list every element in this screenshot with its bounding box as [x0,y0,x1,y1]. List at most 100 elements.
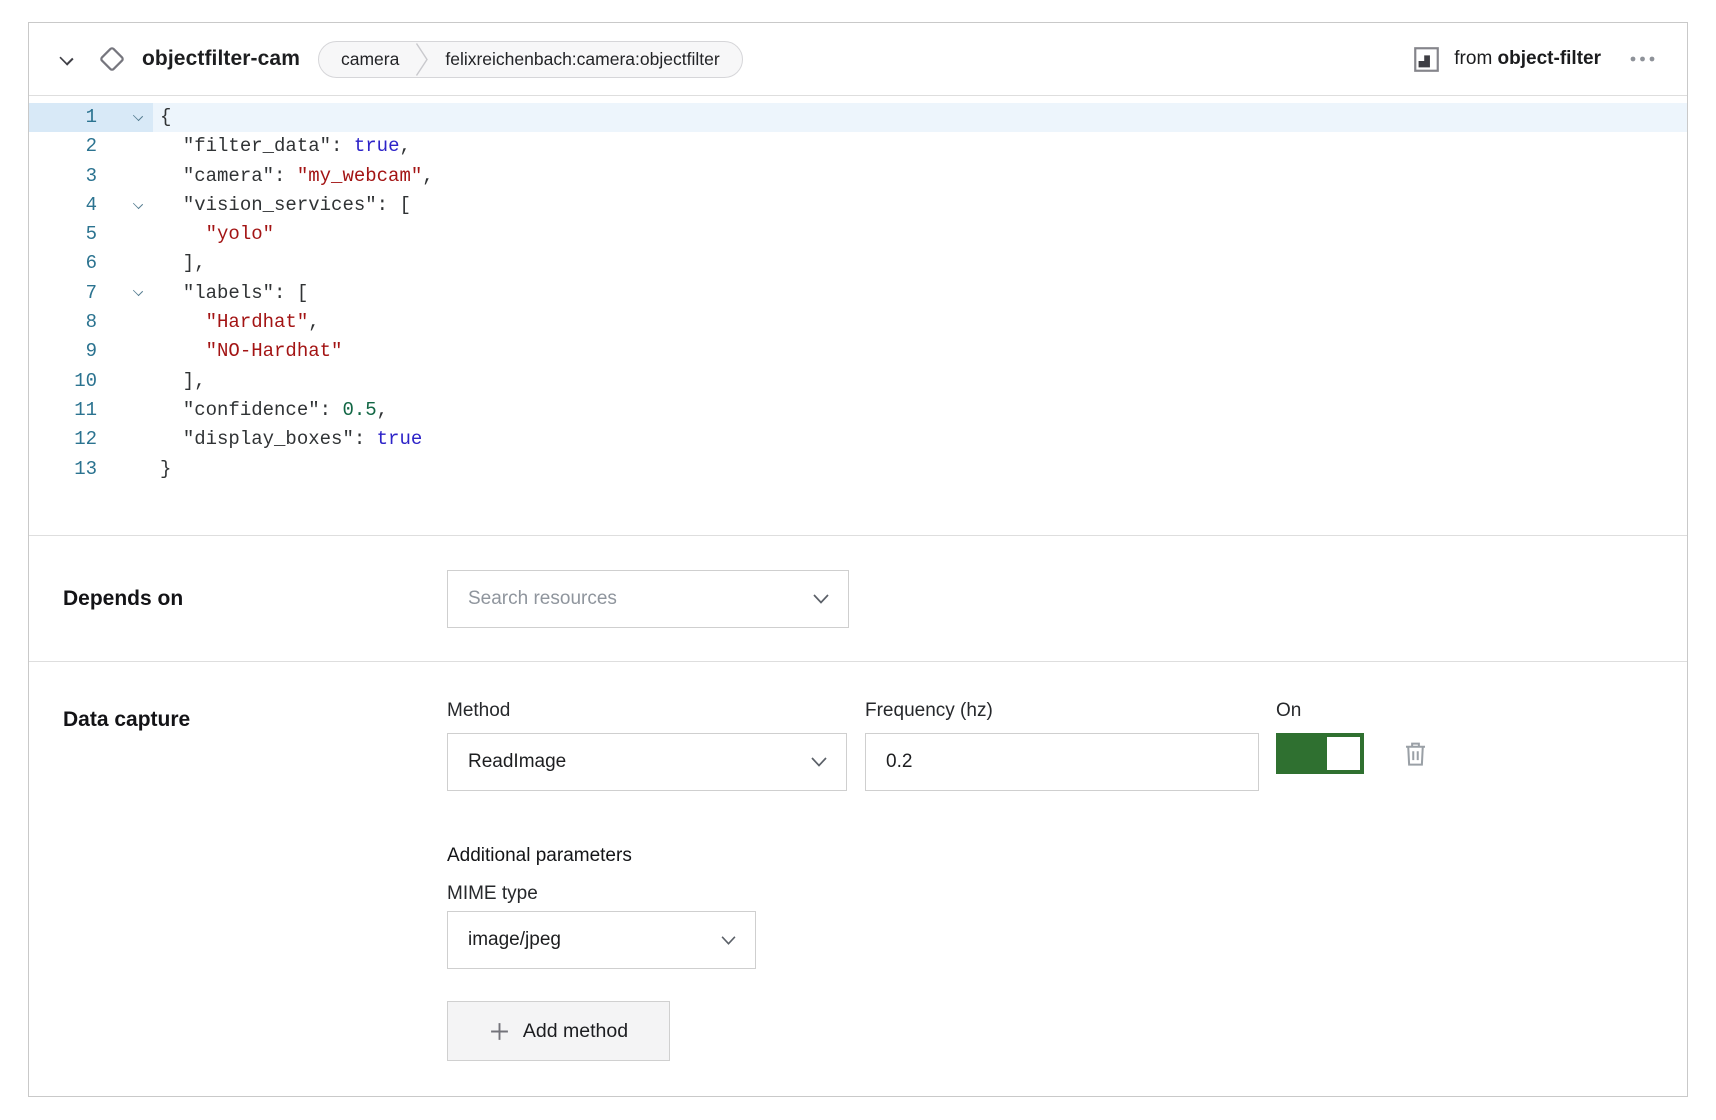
code-text: "filter_data": true, [153,132,411,161]
chevron-down-icon [812,593,830,605]
capture-toggle-field: On [1276,700,1431,791]
component-diamond-icon [96,43,128,75]
fold-gutter-spacer [97,425,153,454]
add-method-label: Add method [523,1020,628,1043]
code-text: "vision_services": [ [153,191,411,220]
fold-toggle-icon[interactable] [97,279,153,308]
ellipsis-icon [1629,54,1656,64]
fold-gutter-spacer [97,249,153,278]
component-name: objectfilter-cam [142,47,300,71]
fold-gutter-spacer [97,337,153,366]
code-line: 10 ], [29,367,1687,396]
mime-type-select[interactable]: image/jpeg [447,911,756,969]
code-text: "Hardhat", [153,308,320,337]
code-text: } [153,455,171,484]
capture-method-row: Method ReadImage Frequency (hz) On [447,700,1431,791]
fold-gutter-spacer [97,455,153,484]
code-line: 8 "Hardhat", [29,308,1687,337]
component-model-tag: felixreichenbach:camera:objectfilter [445,49,719,70]
line-number: 5 [29,220,97,249]
code-lines: 1{2 "filter_data": true,3 "camera": "my_… [29,103,1687,484]
line-number: 6 [29,249,97,278]
line-number: 4 [29,191,97,220]
code-text: { [153,103,171,132]
component-type-tag: camera [341,49,399,70]
delete-capture-method-button[interactable] [1400,738,1431,770]
module-name: object-filter [1498,48,1601,69]
more-options-button[interactable] [1625,50,1660,68]
code-line: 11 "confidence": 0.5, [29,396,1687,425]
depends-on-section: Depends on Search resources [29,535,1687,661]
fold-gutter-spacer [97,220,153,249]
mime-type-value: image/jpeg [468,929,720,951]
code-text: "display_boxes": true [153,425,422,454]
chevron-down-icon [720,935,737,946]
page: objectfilter-cam camera felixreichenbach… [0,0,1716,1120]
toggle-knob [1327,737,1360,770]
collapse-card-button[interactable] [53,46,82,73]
code-line: 7 "labels": [ [29,279,1687,308]
code-line: 6 ], [29,249,1687,278]
frequency-label: Frequency (hz) [865,700,1259,722]
capture-on-toggle[interactable] [1276,733,1364,774]
line-number: 9 [29,337,97,366]
method-value: ReadImage [468,751,810,773]
data-capture-content: Method ReadImage Frequency (hz) On [447,700,1431,1061]
code-text: "camera": "my_webcam", [153,162,434,191]
code-line: 9 "NO-Hardhat" [29,337,1687,366]
code-line: 5 "yolo" [29,220,1687,249]
chevron-down-icon [810,756,828,768]
plus-icon [489,1021,510,1042]
data-capture-section: Data capture Method ReadImage Frequency … [29,661,1687,1098]
trash-icon [1402,740,1429,768]
data-capture-label: Data capture [63,700,447,732]
dependencies-select[interactable]: Search resources [447,570,849,628]
line-number: 12 [29,425,97,454]
code-text: "confidence": 0.5, [153,396,388,425]
fold-toggle-icon[interactable] [97,103,153,132]
code-line: 13} [29,455,1687,484]
fold-gutter-spacer [97,132,153,161]
line-number: 1 [29,103,97,132]
line-number: 3 [29,162,97,191]
method-select[interactable]: ReadImage [447,733,847,791]
from-word: from [1454,48,1492,69]
component-card-header: objectfilter-cam camera felixreichenbach… [29,23,1687,96]
code-text: "labels": [ [153,279,308,308]
add-method-button[interactable]: Add method [447,1001,670,1061]
line-number: 10 [29,367,97,396]
code-text: ], [153,367,206,396]
code-text: "NO-Hardhat" [153,337,342,366]
pill-separator-chevron-icon [415,42,429,77]
module-icon [1414,47,1439,72]
frequency-field: Frequency (hz) [865,700,1259,791]
line-number: 2 [29,132,97,161]
code-text: ], [153,249,206,278]
method-label: Method [447,700,847,722]
header-right-group: from object-filter [1414,47,1660,72]
fold-gutter-spacer [97,396,153,425]
fold-toggle-icon[interactable] [97,191,153,220]
depends-on-label: Depends on [63,587,447,611]
fold-gutter-spacer [97,162,153,191]
code-text: "yolo" [153,220,274,249]
toggle-row [1276,733,1431,774]
from-module-label: from object-filter [1454,48,1601,70]
code-line: 4 "vision_services": [ [29,191,1687,220]
additional-parameters-label: Additional parameters [447,845,1431,867]
line-number: 7 [29,279,97,308]
line-number: 8 [29,308,97,337]
code-line: 1{ [29,103,1687,132]
dependencies-placeholder: Search resources [468,588,812,610]
method-field: Method ReadImage [447,700,847,791]
code-line: 12 "display_boxes": true [29,425,1687,454]
fold-gutter-spacer [97,367,153,396]
json-config-editor[interactable]: 1{2 "filter_data": true,3 "camera": "my_… [29,96,1687,535]
chevron-down-icon [59,51,73,65]
frequency-input[interactable] [865,733,1259,791]
fold-gutter-spacer [97,308,153,337]
component-type-model-pill: camera felixreichenbach:camera:objectfil… [318,41,743,78]
code-line: 3 "camera": "my_webcam", [29,162,1687,191]
component-card: objectfilter-cam camera felixreichenbach… [28,22,1688,1097]
capture-toggle-label: On [1276,700,1431,722]
